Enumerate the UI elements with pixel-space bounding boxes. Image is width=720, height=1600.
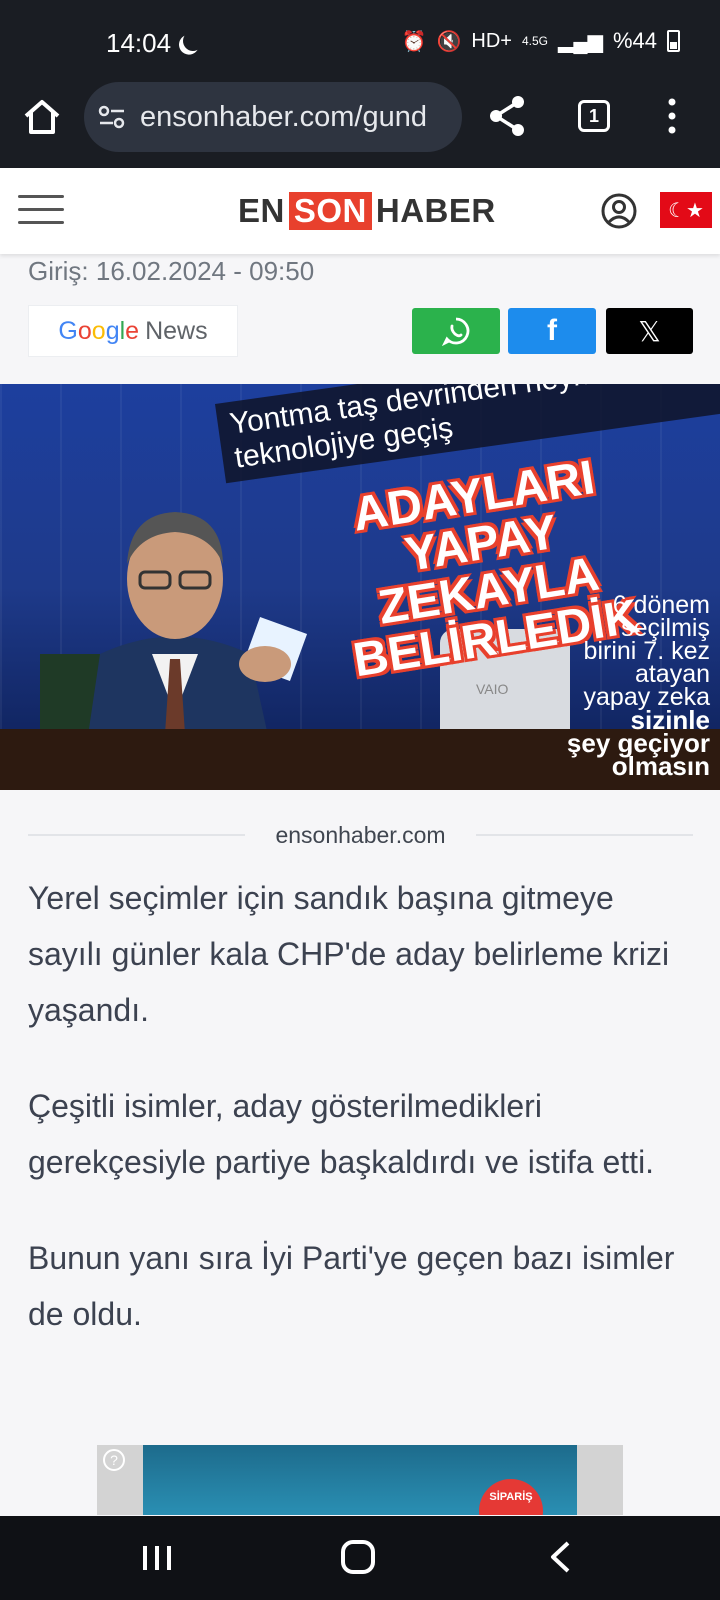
url-text: ensonhaber.com/gund — [140, 100, 427, 133]
gnews-g: G — [58, 316, 78, 345]
share-icon[interactable] — [488, 94, 528, 138]
do-not-disturb-icon — [180, 28, 206, 54]
ad-info-icon[interactable]: ? — [103, 1449, 125, 1471]
hamburger-menu-icon[interactable] — [18, 195, 64, 225]
more-options-icon[interactable] — [664, 96, 680, 136]
recent-apps-icon[interactable] — [140, 1544, 174, 1572]
divider — [28, 834, 246, 836]
turkey-flag-icon[interactable]: ☾★ — [660, 192, 712, 228]
facebook-share-button[interactable]: f — [508, 308, 596, 354]
divider — [475, 834, 694, 836]
alarm-icon: ⏰ — [401, 30, 427, 53]
gnews-news-word: News — [145, 316, 208, 345]
network-type: 4.5G — [522, 34, 549, 48]
article-paragraph: Yerel seçimler için sandık başına gitmey… — [28, 880, 670, 1028]
status-bar: 14:04 ⏰ 🔇 HD+ 4.5G ▂▄▆ %44 — [0, 0, 720, 80]
gnews-g2: g — [105, 316, 120, 345]
back-icon[interactable] — [548, 1540, 572, 1574]
site-settings-icon[interactable] — [98, 105, 126, 129]
image-source-text: ensonhaber.com — [275, 821, 446, 848]
hero-side-text: 6 dönem seçilmiş birini 7. kez atayan ya… — [520, 593, 710, 781]
gnews-e: e — [125, 316, 140, 345]
article-body: Yerel seçimler için sandık başına gitmey… — [28, 870, 693, 1382]
monitor-brand: VAIO — [476, 681, 509, 697]
advertisement[interactable]: ? SİPARİŞ — [97, 1445, 623, 1515]
tabs-button[interactable]: 1 — [578, 100, 610, 132]
site-logo[interactable]: EN SON HABER — [238, 192, 496, 230]
site-header: EN SON HABER ☾★ — [0, 168, 720, 254]
home-icon[interactable] — [20, 94, 64, 138]
signal-icon: ▂▄▆ — [558, 30, 603, 53]
google-news-button[interactable]: Google News — [28, 305, 238, 357]
article-paragraph: Çeşitli isimler, aday gösterilmedikleri … — [28, 1088, 655, 1180]
mute-icon: 🔇 — [436, 30, 462, 53]
home-nav-icon[interactable] — [341, 1540, 375, 1574]
gnews-o2: o — [91, 316, 106, 345]
article-hero-image: VAIO Yontma taş devrinden heykelcilikten… — [0, 384, 720, 790]
image-source: ensonhaber.com — [28, 820, 694, 850]
battery-percent: %44 — [612, 28, 657, 53]
logo-en: EN — [238, 192, 285, 229]
x-share-button[interactable]: 𝕏 — [606, 308, 693, 354]
whatsapp-share-button[interactable] — [412, 308, 500, 354]
logo-haber: HABER — [375, 192, 496, 229]
article-date: Giriş: 16.02.2024 - 09:50 — [28, 256, 315, 286]
x-icon: 𝕏 — [638, 315, 661, 347]
user-account-icon[interactable] — [600, 192, 638, 230]
battery-icon — [667, 30, 680, 52]
browser-toolbar: ensonhaber.com/gund 1 — [0, 80, 720, 168]
address-bar[interactable]: ensonhaber.com/gund — [84, 82, 462, 152]
article-paragraph: Bunun yanı sıra İyi Parti'ye geçen bazı … — [28, 1240, 675, 1332]
facebook-icon: f — [547, 314, 557, 347]
status-icons: ⏰ 🔇 HD+ 4.5G ▂▄▆ %44 — [402, 28, 680, 54]
gnews-o1: o — [77, 316, 92, 345]
whatsapp-icon — [441, 317, 470, 346]
status-time: 14:04 — [106, 28, 172, 58]
system-navigation-bar — [0, 1516, 720, 1600]
hero-side-bold: olmasın — [611, 751, 710, 781]
hd-voice-icon: HD+ — [471, 29, 512, 52]
logo-son: SON — [288, 192, 372, 230]
